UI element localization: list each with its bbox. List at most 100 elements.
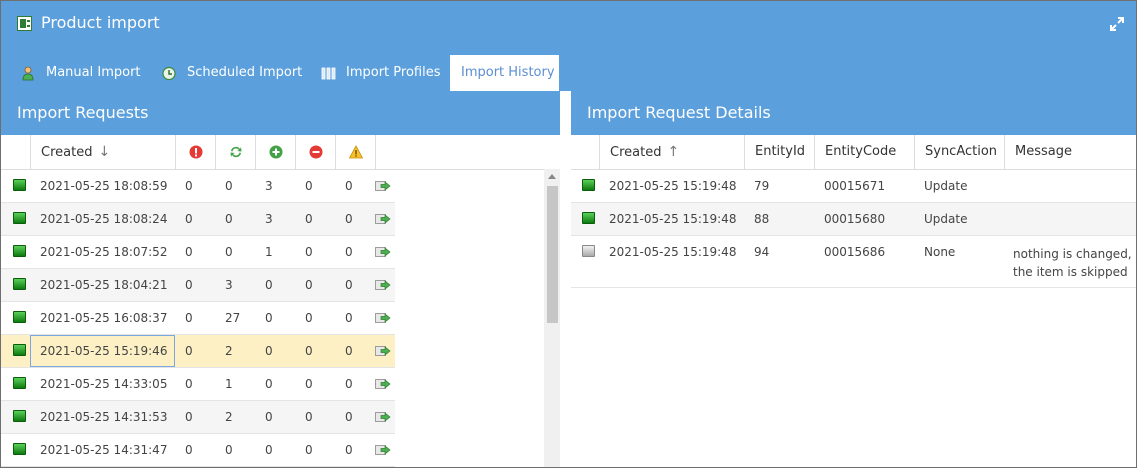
action-column-header — [375, 135, 560, 169]
message-cell: nothing is changed, the item is skipped — [1013, 245, 1132, 281]
tab-scheduled-import[interactable]: Scheduled Import — [162, 55, 307, 91]
entitycode-column-header[interactable]: EntityCode — [814, 135, 914, 169]
status-column-header — [571, 135, 599, 169]
status-success-icon — [13, 311, 26, 323]
table-row[interactable]: 2021-05-25 14:31:47 0 0 0 0 0 — [1, 434, 395, 467]
open-details-icon[interactable] — [375, 345, 391, 357]
status-success-icon — [13, 344, 26, 356]
table-row[interactable]: 2021-05-25 15:19:46 0 2 0 0 0 — [1, 335, 395, 368]
details-grid-body: 2021-05-25 15:19:48 79 00015671 Update 2021-… — [571, 170, 1136, 288]
sync-action-cell: Update — [924, 212, 968, 226]
updated-column-header[interactable] — [215, 135, 255, 169]
excel-import-icon — [17, 16, 32, 31]
errors-column-header[interactable] — [175, 135, 215, 169]
warning-icon — [349, 145, 363, 159]
status-success-icon — [13, 212, 26, 224]
grid-header: Created ↓ — [1, 135, 560, 170]
tab-import-profiles[interactable]: Import Profiles — [321, 55, 446, 91]
scroll-up-icon[interactable] — [548, 174, 556, 179]
syncaction-column-header[interactable]: SyncAction — [914, 135, 1004, 169]
window-title: Product import — [41, 13, 160, 32]
created-cell: 2021-05-25 14:31:53 — [40, 410, 168, 424]
status-column-header — [1, 135, 30, 169]
tab-manual-import[interactable]: Manual Import — [21, 55, 147, 91]
table-row[interactable]: 2021-05-25 14:31:53 0 2 0 0 0 — [1, 401, 395, 434]
status-success-icon — [13, 410, 26, 422]
open-details-icon[interactable] — [375, 213, 391, 225]
message-line: the item is skipped — [1013, 265, 1128, 279]
sync-icon — [230, 146, 242, 158]
count-cell: 2 — [225, 410, 233, 424]
add-icon — [269, 145, 283, 159]
open-details-icon[interactable] — [375, 180, 391, 192]
table-row[interactable]: 2021-05-25 14:33:05 0 1 0 0 0 — [1, 368, 395, 401]
count-cell: 0 — [265, 311, 273, 325]
open-details-icon[interactable] — [375, 411, 391, 423]
open-details-icon[interactable] — [375, 279, 391, 291]
created-cell: 2021-05-25 18:08:24 — [40, 212, 168, 226]
count-cell: 3 — [225, 278, 233, 292]
status-success-icon — [582, 179, 595, 191]
count-cell: 0 — [345, 443, 353, 457]
panel-title: Import Requests — [1, 91, 560, 135]
count-cell: 0 — [345, 278, 353, 292]
created-cell: 2021-05-25 15:19:48 — [609, 179, 737, 193]
count-cell: 0 — [345, 311, 353, 325]
count-cell: 0 — [185, 344, 193, 358]
count-cell: 3 — [265, 212, 273, 226]
entity-id-cell: 88 — [754, 212, 770, 226]
count-cell: 0 — [345, 410, 353, 424]
open-details-icon[interactable] — [375, 378, 391, 390]
tab-label: Scheduled Import — [187, 65, 303, 80]
requests-grid-body: 2021-05-25 18:08:59 0 0 3 0 0 2021-05-25 18:08… — [1, 170, 560, 467]
open-details-icon[interactable] — [375, 312, 391, 324]
table-row[interactable]: 2021-05-25 18:04:21 0 3 0 0 0 — [1, 269, 395, 302]
table-row[interactable]: 2021-05-25 18:08:59 0 0 3 0 0 — [1, 170, 395, 203]
message-column-header[interactable]: Message — [1004, 135, 1136, 169]
count-cell: 0 — [225, 212, 233, 226]
created-cell: 2021-05-25 18:07:52 — [40, 245, 168, 259]
created-column-header[interactable]: Created ↓ — [30, 135, 175, 169]
status-success-icon — [13, 443, 26, 455]
table-row[interactable]: 2021-05-25 18:08:24 0 0 3 0 0 — [1, 203, 395, 236]
count-cell: 1 — [225, 377, 233, 391]
count-cell: 0 — [345, 179, 353, 193]
table-row[interactable]: 2021-05-25 15:19:48 88 00015680 Update — [571, 203, 1136, 236]
table-row[interactable]: 2021-05-25 16:08:37 0 27 0 0 0 — [1, 302, 395, 335]
entityid-column-header[interactable]: EntityId — [744, 135, 814, 169]
count-cell: 3 — [265, 179, 273, 193]
count-cell: 0 — [225, 245, 233, 259]
count-cell: 27 — [225, 311, 241, 325]
created-cell: 2021-05-25 18:08:59 — [40, 179, 168, 193]
created-cell: 2021-05-25 16:08:37 — [40, 311, 168, 325]
panel-title: Import Request Details — [571, 91, 1136, 135]
scrollbar-thumb[interactable] — [547, 186, 558, 323]
table-row[interactable]: 2021-05-25 18:07:52 0 0 1 0 0 — [1, 236, 395, 269]
count-cell: 0 — [265, 278, 273, 292]
open-details-icon[interactable] — [375, 444, 391, 456]
entity-id-cell: 79 — [754, 179, 770, 193]
count-cell: 0 — [345, 245, 353, 259]
table-row[interactable]: 2021-05-25 15:19:48 79 00015671 Update — [571, 170, 1136, 203]
import-requests-panel: Import Requests Created ↓ 2021-05-25 18:… — [1, 91, 560, 467]
count-cell: 0 — [345, 344, 353, 358]
removed-column-header[interactable] — [295, 135, 335, 169]
column-label: EntityCode — [825, 144, 897, 159]
count-cell: 0 — [185, 311, 193, 325]
open-details-icon[interactable] — [375, 246, 391, 258]
count-cell: 0 — [305, 443, 313, 457]
count-cell: 0 — [265, 410, 273, 424]
scheduled-clock-icon — [162, 66, 176, 81]
status-success-icon — [582, 212, 595, 224]
tab-import-history[interactable]: Import History — [450, 55, 559, 91]
created-column-header[interactable]: Created ↑ — [599, 135, 744, 169]
added-column-header[interactable] — [255, 135, 295, 169]
vertical-scrollbar[interactable] — [544, 169, 560, 467]
sort-desc-icon: ↓ — [98, 144, 111, 160]
warnings-column-header[interactable] — [335, 135, 375, 169]
count-cell: 0 — [185, 410, 193, 424]
column-label: EntityId — [755, 144, 806, 159]
panel-separator — [560, 91, 571, 467]
table-row[interactable]: 2021-05-25 15:19:48 94 00015686 None nothing… — [571, 236, 1136, 288]
expand-icon[interactable] — [1109, 16, 1125, 32]
